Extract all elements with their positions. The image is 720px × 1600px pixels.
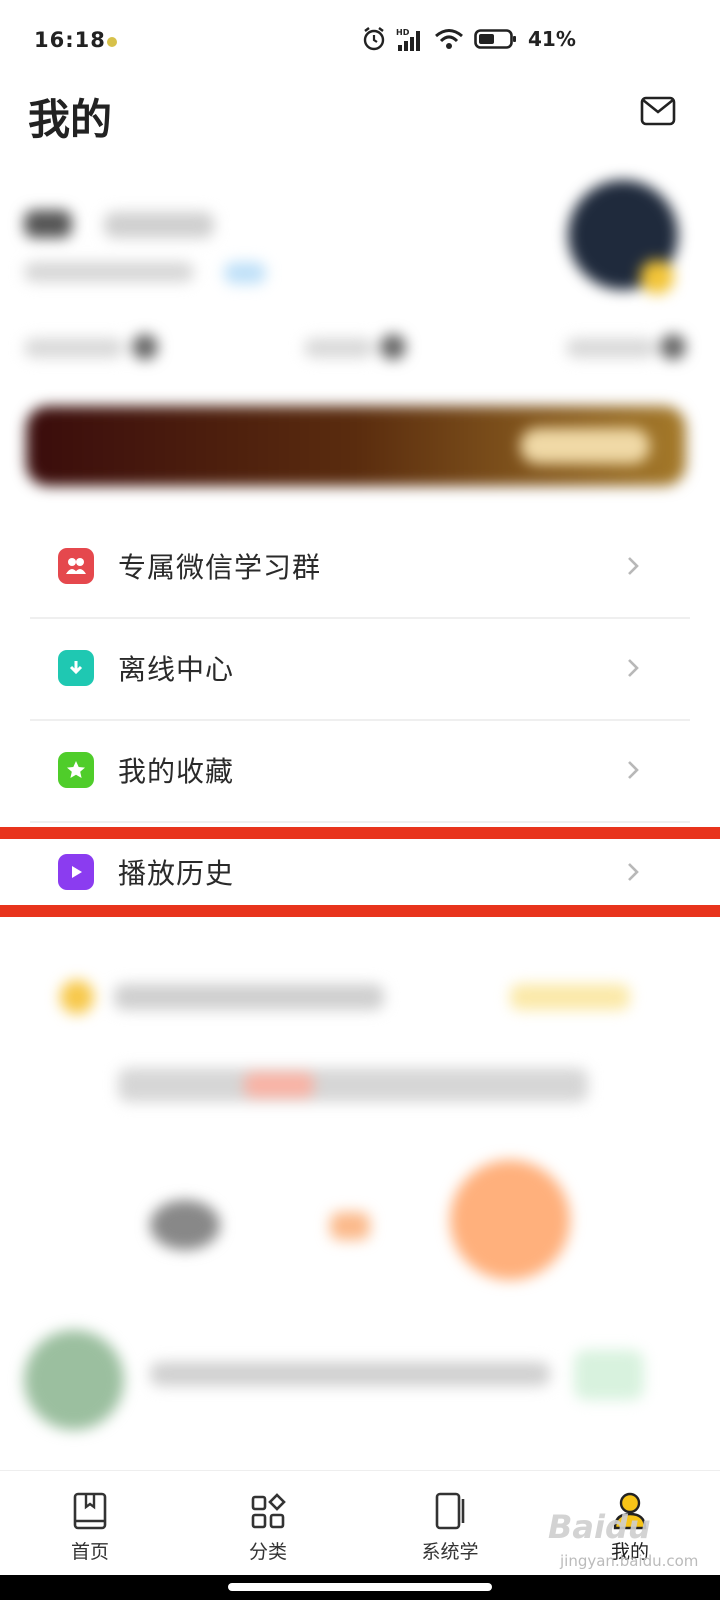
- nav-label: 首页: [70, 1541, 109, 1563]
- lower-content-blurred: [0, 950, 720, 1460]
- signal-icon: HD: [396, 28, 420, 51]
- nav-tab-category[interactable]: 分类: [208, 1471, 328, 1576]
- menu-card: 专属微信学习群 离线中心 我的收藏 播放历史: [30, 515, 690, 925]
- wifi-icon: [435, 29, 463, 49]
- menu-item-wechat-group[interactable]: 专属微信学习群: [30, 515, 690, 619]
- watermark-url: jingyan.baidu.com: [560, 1552, 699, 1570]
- star-icon: [58, 752, 94, 788]
- battery-icon: [474, 29, 516, 49]
- page-title: 我的: [28, 95, 113, 144]
- menu-item-label: 播放历史: [118, 857, 235, 890]
- status-icons: HD 41%: [362, 26, 576, 52]
- highlight-line-top: [0, 827, 720, 839]
- notification-dot: [107, 37, 117, 47]
- nav-label: 分类: [248, 1541, 287, 1563]
- menu-item-favorites[interactable]: 我的收藏: [30, 719, 690, 823]
- profile-section-blurred: [0, 170, 720, 510]
- menu-item-offline-center[interactable]: 离线中心: [30, 617, 690, 721]
- nav-label: 系统学: [421, 1541, 479, 1563]
- menu-item-label: 离线中心: [118, 653, 235, 686]
- menu-item-label: 专属微信学习群: [118, 551, 322, 584]
- battery-percent: 41%: [528, 27, 576, 51]
- svg-text:HD: HD: [396, 28, 410, 37]
- chevron-right-icon: [628, 761, 639, 779]
- chevron-right-icon: [628, 557, 639, 575]
- home-indicator[interactable]: [228, 1583, 492, 1591]
- alarm-icon: [363, 27, 385, 51]
- play-icon: [58, 854, 94, 890]
- status-time: 16:18: [34, 28, 106, 52]
- grid-icon: [251, 1493, 286, 1529]
- download-icon: [58, 650, 94, 686]
- nav-tab-home[interactable]: 首页: [30, 1471, 150, 1576]
- wechat-group-icon: [58, 548, 94, 584]
- notebook-icon: [435, 1492, 465, 1530]
- nav-tab-system-learn[interactable]: 系统学: [390, 1471, 510, 1576]
- menu-item-label: 我的收藏: [118, 755, 235, 788]
- chevron-right-icon: [628, 863, 639, 881]
- chevron-right-icon: [628, 659, 639, 677]
- book-icon: [73, 1492, 107, 1530]
- highlight-line-bottom: [0, 905, 720, 917]
- mail-icon[interactable]: [640, 95, 676, 127]
- baidu-watermark: Baidu: [548, 1508, 651, 1546]
